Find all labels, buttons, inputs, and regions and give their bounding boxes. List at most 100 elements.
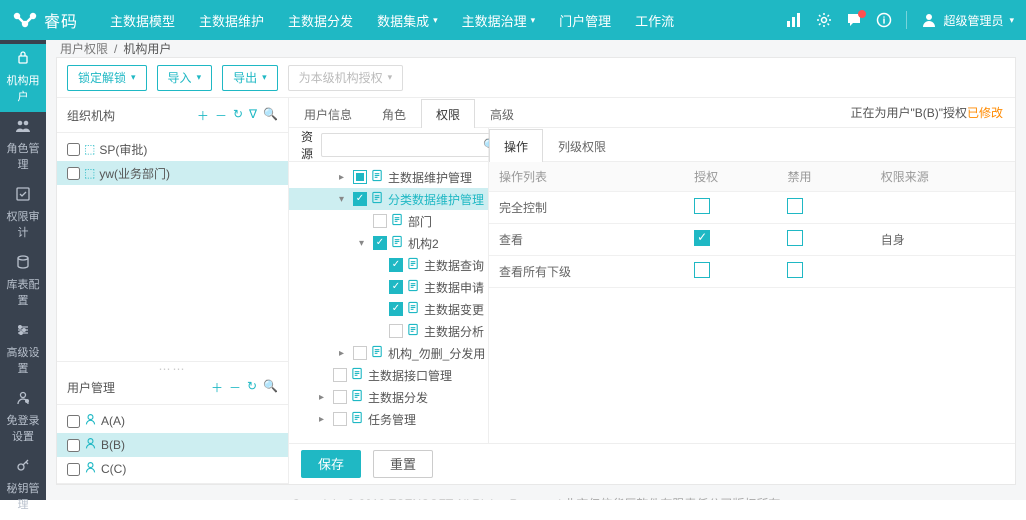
auth-checkbox[interactable] [694, 198, 710, 214]
caret-icon[interactable]: ▸ [319, 414, 329, 425]
doc-icon [371, 191, 384, 207]
logo[interactable]: 睿码 [12, 8, 78, 32]
resource-item[interactable]: 主数据查询 [289, 254, 488, 276]
resource-item[interactable]: 主数据变更 [289, 298, 488, 320]
resource-item[interactable]: 主数据申请 [289, 276, 488, 298]
rail-item[interactable]: 免登录设置 [0, 384, 46, 452]
gear-icon[interactable] [816, 12, 832, 28]
right-tab[interactable]: 用户信息 [289, 99, 367, 128]
add-icon[interactable]: ＋ [197, 107, 209, 124]
resource-item[interactable]: ▸主数据分发 [289, 386, 488, 408]
rail-item[interactable]: 机构用户 [0, 44, 46, 112]
rail-label: 库表配置 [2, 276, 44, 308]
right-tab[interactable]: 高级 [475, 99, 529, 128]
top-menu-item[interactable]: 数据集成▾ [365, 0, 450, 40]
toolbar: 锁定解锁▾ 导入▾ 导出▾ 为本级机构授权▾ [57, 58, 1015, 98]
export-button[interactable]: 导出▾ [222, 65, 278, 91]
checkbox[interactable] [333, 390, 347, 404]
op-tab[interactable]: 列级权限 [543, 129, 621, 162]
checkbox[interactable] [67, 439, 80, 452]
checkbox[interactable] [389, 302, 403, 316]
import-button[interactable]: 导入▾ [157, 65, 213, 91]
split-handle[interactable]: ⋯⋯ [57, 362, 288, 370]
filter-icon[interactable]: ∇ [249, 107, 257, 124]
reset-button[interactable]: 重置 [373, 450, 433, 478]
search-icon[interactable]: 🔍 [263, 107, 278, 124]
refresh-icon[interactable]: ↻ [247, 379, 257, 396]
org-item[interactable]: ⬚SP(审批) [57, 137, 288, 161]
resource-item[interactable]: ▾分类数据维护管理 [289, 188, 488, 210]
caret-icon[interactable]: ▸ [339, 348, 349, 359]
rail-item[interactable]: 权限审计 [0, 180, 46, 248]
resource-item[interactable]: 主数据分析 [289, 320, 488, 342]
resource-item[interactable]: 部门 [289, 210, 488, 232]
user-item[interactable]: A(A) [57, 409, 288, 433]
top-menu-item[interactable]: 主数据模型 [98, 0, 187, 40]
user-item[interactable]: B(B) [57, 433, 288, 457]
checkbox[interactable] [333, 412, 347, 426]
table-row: 查看所有下级 [489, 256, 1015, 288]
top-menu-item[interactable]: 主数据分发 [276, 0, 365, 40]
top-menu-item[interactable]: 主数据治理▾ [450, 0, 548, 40]
checkbox[interactable] [389, 324, 403, 338]
resource-item[interactable]: ▸机构_勿删_分发用 [289, 342, 488, 364]
checkbox[interactable] [353, 192, 367, 206]
right-tab[interactable]: 权限 [421, 99, 475, 128]
rail-item[interactable]: 角色管理 [0, 112, 46, 180]
doc-icon [351, 411, 364, 427]
auth-checkbox[interactable] [694, 262, 710, 278]
resource-item[interactable]: ▸任务管理 [289, 408, 488, 430]
op-tab[interactable]: 操作 [489, 129, 543, 162]
chat-icon[interactable] [846, 12, 862, 28]
chevron-down-icon: ▾ [1009, 15, 1014, 26]
checkbox[interactable] [67, 143, 80, 156]
org-item[interactable]: ⬚yw(业务部门) [57, 161, 288, 185]
resource-title: 资源 [301, 128, 313, 162]
checkbox[interactable] [389, 280, 403, 294]
checkbox[interactable] [333, 368, 347, 382]
checkbox[interactable] [353, 346, 367, 360]
remove-icon[interactable]: － [215, 107, 227, 124]
resource-item[interactable]: 主数据接口管理 [289, 364, 488, 386]
caret-icon[interactable]: ▸ [339, 172, 349, 183]
top-menu-item[interactable]: 门户管理 [547, 0, 623, 40]
deny-checkbox[interactable] [787, 262, 803, 278]
search-icon[interactable]: 🔍 [263, 379, 278, 396]
resource-search[interactable]: 🔍 [321, 133, 505, 157]
rail-item[interactable]: 库表配置 [0, 248, 46, 316]
add-icon[interactable]: ＋ [211, 379, 223, 396]
save-button[interactable]: 保存 [301, 450, 361, 478]
checkbox[interactable] [373, 236, 387, 250]
caret-icon[interactable]: ▾ [339, 194, 349, 205]
chart-icon[interactable] [786, 12, 802, 28]
checkbox[interactable] [389, 258, 403, 272]
breadcrumb-current: 机构用户 [123, 40, 171, 57]
resource-item[interactable]: ▾机构2 [289, 232, 488, 254]
user-menu[interactable]: 超级管理员 ▾ [921, 12, 1014, 29]
rail-item[interactable]: 高级设置 [0, 316, 46, 384]
top-menu-item[interactable]: 主数据维护 [187, 0, 276, 40]
right-tab[interactable]: 角色 [367, 99, 421, 128]
checkbox[interactable] [67, 463, 80, 476]
breadcrumb-root[interactable]: 用户权限 [60, 40, 108, 57]
checkbox[interactable] [67, 167, 80, 180]
rail-item[interactable]: 秘钥管理 [0, 452, 46, 520]
auth-checkbox[interactable] [694, 230, 710, 246]
search-input[interactable] [328, 138, 483, 152]
caret-icon[interactable]: ▸ [319, 392, 329, 403]
deny-checkbox[interactable] [787, 198, 803, 214]
top-menu-item[interactable]: 工作流 [623, 0, 686, 40]
checkbox[interactable] [67, 415, 80, 428]
resource-item[interactable]: ▸主数据维护管理 [289, 166, 488, 188]
user-item[interactable]: C(C) [57, 457, 288, 481]
caret-icon[interactable]: ▾ [359, 238, 369, 249]
deny-checkbox[interactable] [787, 230, 803, 246]
rail-icon [15, 254, 31, 273]
checkbox[interactable] [373, 214, 387, 228]
info-icon[interactable] [876, 12, 892, 28]
lock-unlock-button[interactable]: 锁定解锁▾ [67, 65, 147, 91]
remove-icon[interactable]: － [229, 379, 241, 396]
refresh-icon[interactable]: ↻ [233, 107, 243, 124]
resource-tree-pane: 资源 🔍 ▸主数据维护管理▾分类数据维护管理部门▾机构2主数据查询主数据申请主数… [289, 128, 489, 442]
checkbox[interactable] [353, 170, 367, 184]
